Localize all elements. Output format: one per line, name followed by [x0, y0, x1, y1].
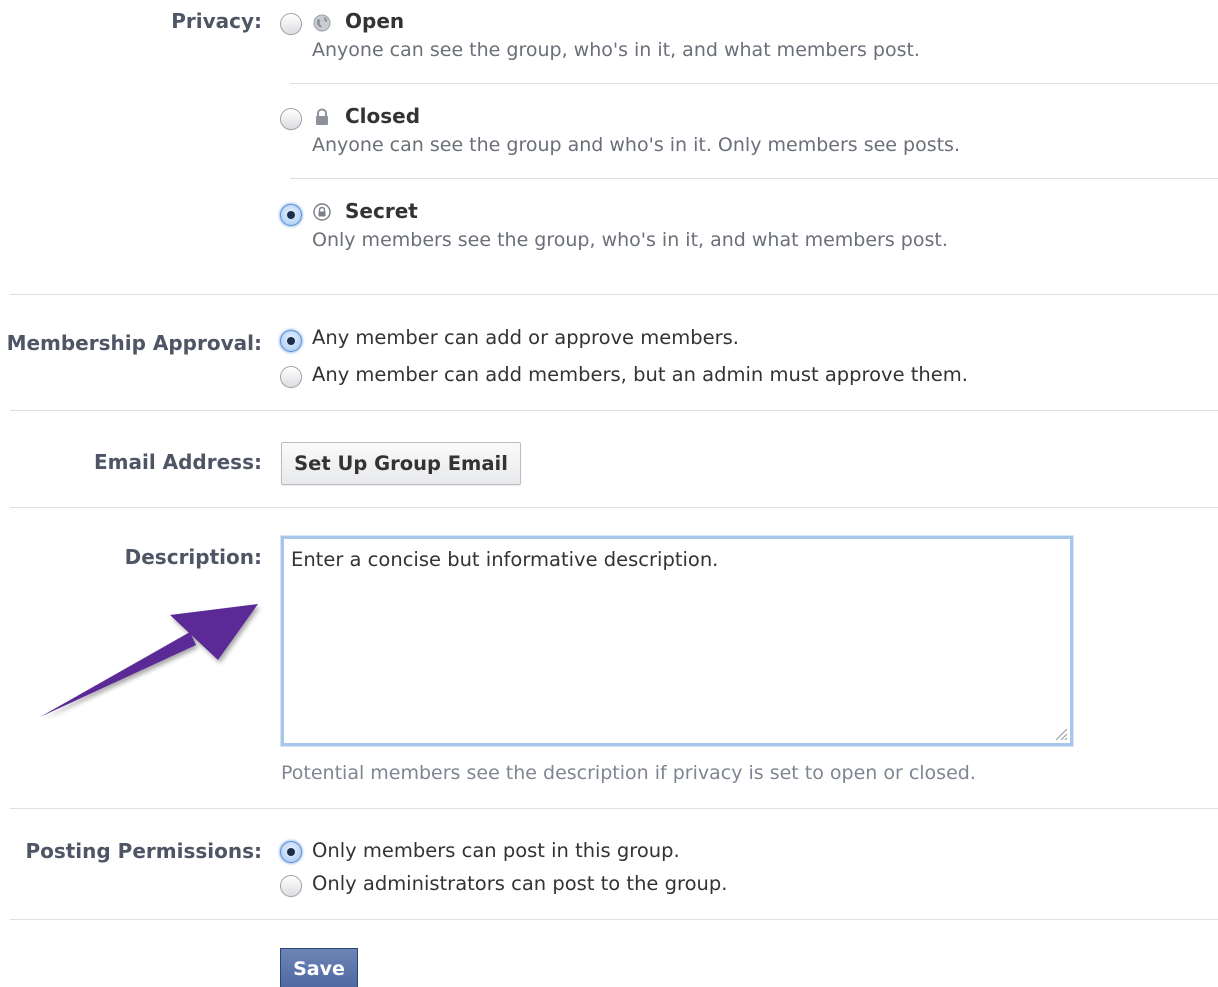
section-divider — [10, 410, 1218, 411]
description-label: Description: — [124, 545, 262, 569]
section-divider — [10, 507, 1218, 508]
privacy-secret-title: Secret — [345, 199, 418, 223]
privacy-open-title: Open — [345, 9, 405, 33]
membership-admin-approve-radio[interactable] — [280, 366, 302, 388]
posting-admins-only-text: Only administrators can post to the grou… — [312, 872, 728, 895]
resize-handle-icon[interactable] — [1053, 726, 1068, 741]
section-divider — [10, 808, 1218, 809]
posting-members-only-radio[interactable] — [280, 841, 302, 863]
privacy-option-divider — [290, 178, 1218, 179]
privacy-open-radio[interactable] — [280, 13, 302, 35]
posting-members-only-text: Only members can post in this group. — [312, 839, 680, 862]
description-help-text: Potential members see the description if… — [281, 762, 976, 784]
membership-any-member-radio[interactable] — [280, 330, 302, 352]
save-button[interactable]: Save — [280, 948, 358, 987]
lock-icon — [316, 108, 328, 125]
section-divider — [10, 294, 1218, 295]
membership-approval-label: Membership Approval: — [6, 331, 262, 355]
globe-icon — [313, 14, 331, 32]
membership-any-member-text: Any member can add or approve members. — [312, 326, 739, 349]
group-settings-page: Privacy: Open Anyone can see the group, … — [0, 0, 1218, 987]
posting-permissions-label: Posting Permissions: — [25, 839, 262, 863]
privacy-closed-radio[interactable] — [280, 108, 302, 130]
description-textarea[interactable]: Enter a concise but informative descript… — [281, 536, 1073, 746]
privacy-secret-description: Only members see the group, who's in it,… — [312, 229, 948, 251]
privacy-open-description: Anyone can see the group, who's in it, a… — [312, 39, 920, 61]
email-address-label: Email Address: — [93, 450, 262, 474]
secret-lock-icon — [313, 203, 331, 221]
privacy-closed-description: Anyone can see the group and who's in it… — [312, 134, 960, 156]
section-divider — [10, 919, 1218, 920]
set-up-group-email-button[interactable]: Set Up Group Email — [281, 442, 521, 485]
membership-admin-approve-text: Any member can add members, but an admin… — [312, 363, 968, 386]
privacy-closed-title: Closed — [345, 104, 421, 128]
posting-admins-only-radio[interactable] — [280, 875, 302, 897]
privacy-secret-radio[interactable] — [280, 204, 302, 226]
privacy-label: Privacy: — [171, 9, 262, 33]
privacy-option-divider — [290, 83, 1218, 84]
